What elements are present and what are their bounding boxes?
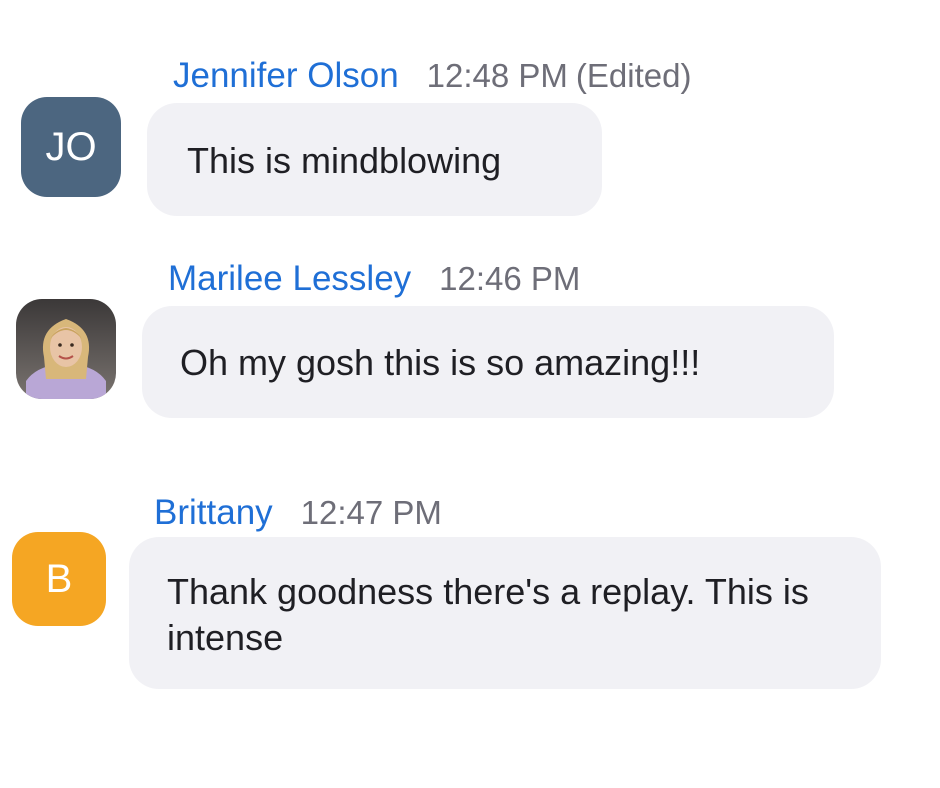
chat-message: Brittany 12:47 PM B Thank goodness there'… — [0, 0, 940, 700]
avatar-initials: B — [45, 556, 73, 601]
sender-name[interactable]: Brittany — [154, 493, 273, 532]
timestamp: 12:47 PM — [300, 494, 442, 531]
message-header: Brittany 12:47 PM — [154, 493, 442, 533]
message-text: Thank goodness there's a replay. This is… — [167, 571, 809, 658]
message-bubble[interactable]: Thank goodness there's a replay. This is… — [129, 537, 881, 689]
avatar[interactable]: B — [12, 532, 106, 626]
